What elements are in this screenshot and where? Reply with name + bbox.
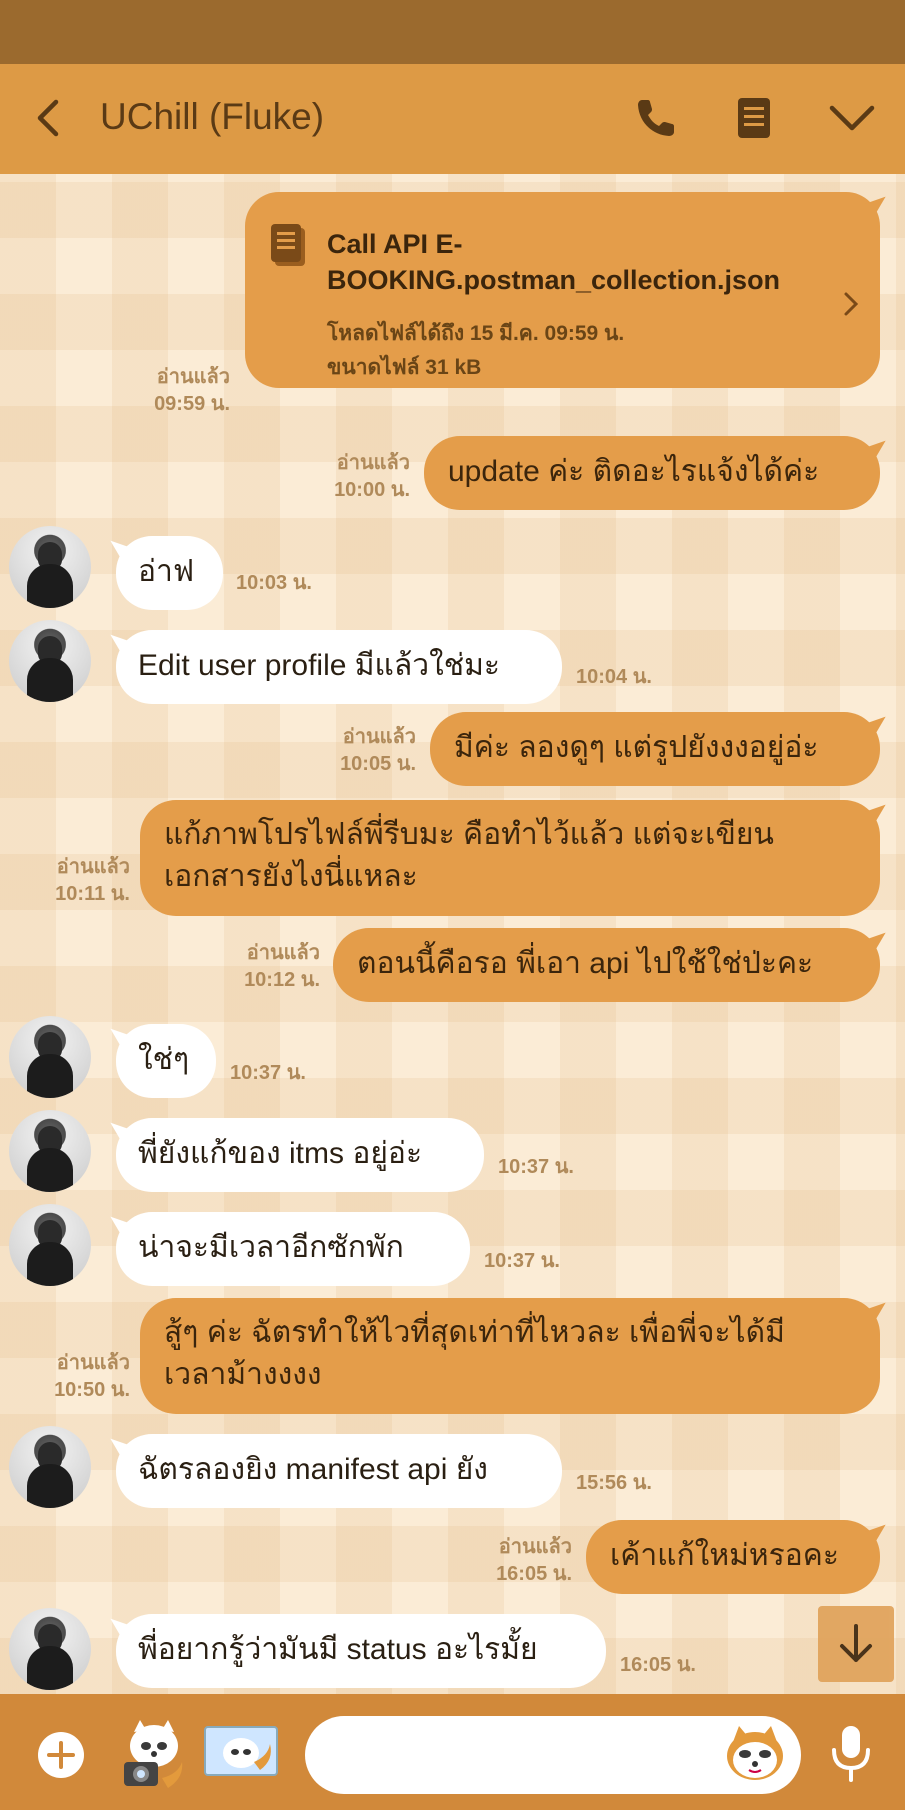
message-line: เอกสารยังไงนี่แหละ [164, 860, 418, 893]
gallery-sticker-icon[interactable] [204, 1726, 278, 1776]
message-bubble-outgoing[interactable]: สู้ๆ ค่ะ ฉัตรทำให้ไวที่สุดเท่าที่ไหวละ เ… [140, 1298, 880, 1414]
chat-area[interactable]: อ่านแล้ว 09:59 น. Call API E-BOOKING.pos… [0, 174, 905, 1694]
message-bubble-outgoing[interactable]: เค้าแก้ใหม่หรอคะ [586, 1520, 880, 1594]
message-bubble-incoming[interactable]: อ่าฟ [116, 536, 223, 610]
read-receipt: อ่านแล้ว 10:05 น. [340, 726, 416, 775]
file-download-until: โหลดไฟล์ได้ถึง 15 มี.ค. 09:59 น. [327, 322, 625, 345]
message-bubble-incoming[interactable]: น่าจะมีเวลาอีกซักพัก [116, 1212, 470, 1286]
read-receipt: อ่านแล้ว 10:50 น. [54, 1352, 130, 1401]
file-name: Call API E-BOOKING.postman_collection.js… [327, 229, 781, 295]
chat-title: UChill (Fluke) [100, 96, 325, 137]
message-bubble-outgoing[interactable]: แก้ภาพโปรไฟล์พี่รีบมะ คือทำไว้แล้ว แต่จะ… [140, 800, 880, 916]
phone-icon[interactable] [630, 92, 682, 144]
read-receipt: อ่านแล้ว 09:59 น. [154, 366, 230, 415]
composer-bar [0, 1694, 905, 1810]
message-bubble-incoming[interactable]: พี่ยังแก้ของ itms อยู่อ่ะ [116, 1118, 484, 1192]
avatar[interactable] [9, 526, 91, 608]
message-input[interactable] [305, 1716, 801, 1794]
arrow-down-icon [840, 1624, 872, 1662]
avatar[interactable] [9, 620, 91, 702]
message-time: 10:03 น. [236, 572, 312, 594]
microphone-icon[interactable] [826, 1722, 876, 1784]
message-bubble-incoming[interactable]: Edit user profile มีแล้วใช่มะ [116, 630, 562, 704]
file-message[interactable]: Call API E-BOOKING.postman_collection.js… [245, 192, 880, 388]
chevron-right-icon [844, 292, 859, 316]
avatar[interactable] [9, 1016, 91, 1098]
message-line: สู้ๆ ค่ะ ฉัตรทำให้ไวที่สุดเท่าที่ไหวละ เ… [164, 1316, 785, 1349]
chevron-down-icon[interactable] [826, 92, 878, 144]
message-time: 10:37 น. [498, 1156, 574, 1178]
camera-sticker-icon[interactable] [118, 1718, 188, 1790]
message-bubble-outgoing[interactable]: มีค่ะ ลองดูๆ แต่รูปยังงงอยู่อ่ะ [430, 712, 880, 786]
file-document-icon [271, 224, 305, 266]
message-line: เวลาม้างงงง [164, 1358, 322, 1391]
chat-header: UChill (Fluke) [0, 64, 905, 174]
avatar[interactable] [9, 1608, 91, 1690]
message-line: แก้ภาพโปรไฟล์พี่รีบมะ คือทำไว้แล้ว แต่จะ… [164, 818, 774, 851]
message-bubble-incoming[interactable]: ใช่ๆ [116, 1024, 216, 1098]
chevron-left-icon[interactable] [24, 92, 76, 144]
message-bubble-incoming[interactable]: พี่อยากรู้ว่ามันมี status อะไรมั้ย [116, 1614, 606, 1688]
read-receipt: อ่านแล้ว 10:11 น. [55, 856, 130, 905]
message-bubble-outgoing[interactable]: ตอนนี้คือรอ พี่เอา api ไปใช้ใช่ป่ะคะ [333, 928, 880, 1002]
avatar[interactable] [9, 1110, 91, 1192]
message-time: 10:37 น. [484, 1250, 560, 1272]
scroll-to-bottom-button[interactable] [818, 1606, 894, 1682]
read-receipt: อ่านแล้ว 10:00 น. [334, 452, 410, 501]
message-time: 10:37 น. [230, 1062, 306, 1084]
status-bar [0, 0, 905, 64]
read-receipt: อ่านแล้ว 10:12 น. [244, 942, 320, 991]
sticker-face-icon[interactable] [723, 1724, 787, 1786]
avatar[interactable] [9, 1426, 91, 1508]
plus-circle-icon[interactable] [36, 1730, 86, 1780]
file-size: ขนาดไฟล์ 31 kB [327, 356, 482, 379]
avatar[interactable] [9, 1204, 91, 1286]
read-receipt: อ่านแล้ว 16:05 น. [496, 1536, 572, 1585]
notes-icon[interactable] [728, 92, 780, 144]
message-time: 15:56 น. [576, 1472, 652, 1494]
message-time: 10:04 น. [576, 666, 652, 688]
message-bubble-outgoing[interactable]: update ค่ะ ติดอะไรแจ้งได้ค่ะ [424, 436, 880, 510]
message-bubble-incoming[interactable]: ฉัตรลองยิง manifest api ยัง [116, 1434, 562, 1508]
message-time: 16:05 น. [620, 1654, 696, 1676]
